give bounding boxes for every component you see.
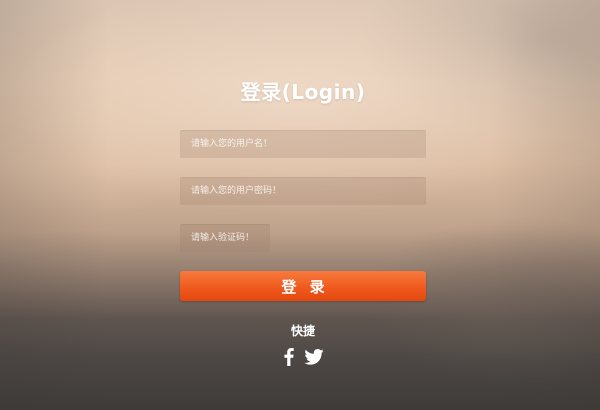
username-input[interactable] xyxy=(180,130,426,158)
social-login-links xyxy=(182,348,426,366)
login-button[interactable]: 登 录 xyxy=(180,271,426,301)
facebook-icon xyxy=(284,348,294,366)
login-form: 登录(Login) 登 录 快捷 xyxy=(180,78,426,366)
password-input[interactable] xyxy=(180,177,426,205)
login-title: 登录(Login) xyxy=(240,80,366,104)
twitter-link[interactable] xyxy=(304,349,324,365)
quick-login-label: 快捷 xyxy=(290,324,315,338)
facebook-link[interactable] xyxy=(284,348,294,366)
twitter-icon xyxy=(304,349,324,365)
captcha-input[interactable] xyxy=(180,224,270,252)
login-page: 登录(Login) 登 录 快捷 xyxy=(0,0,600,410)
